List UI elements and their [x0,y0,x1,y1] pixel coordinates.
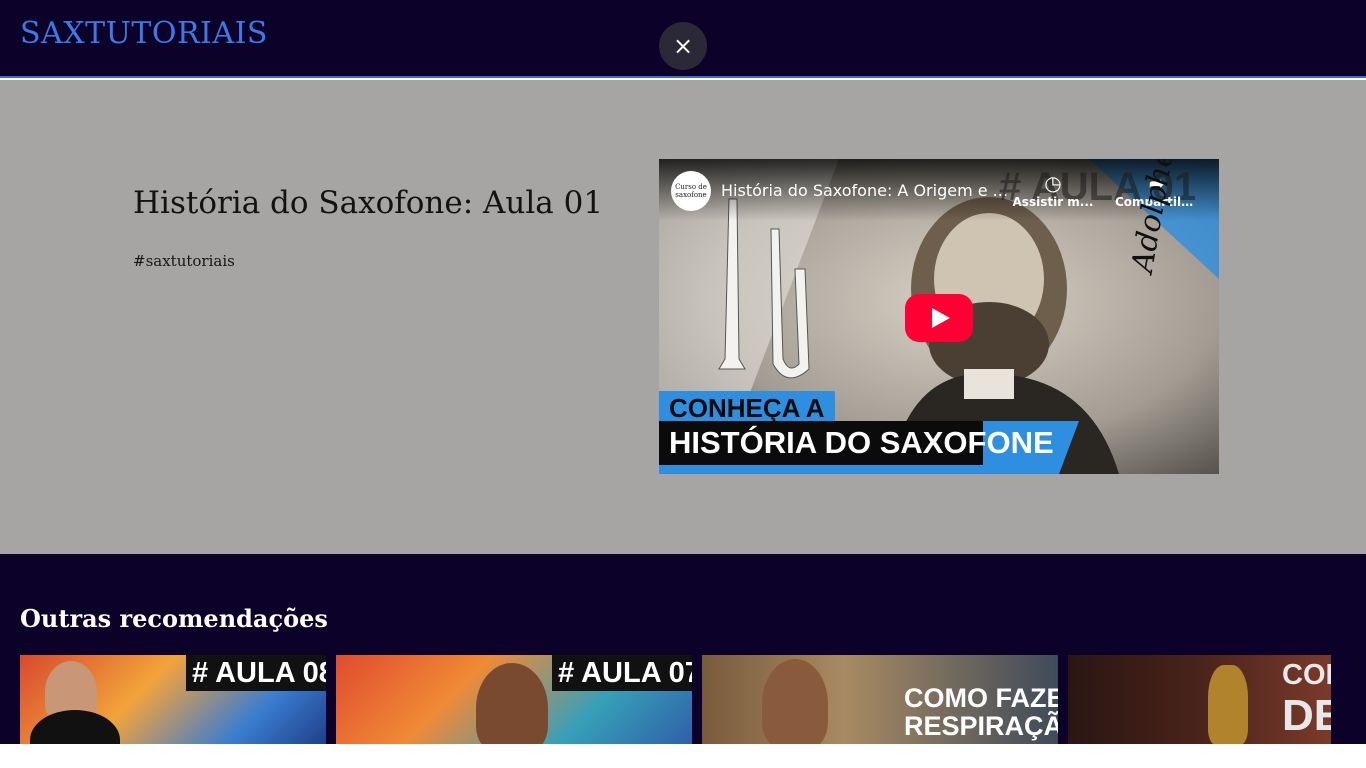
recommendations-section: Outras recomendações # AULA 08 # AULA 07… [0,554,1366,744]
thumbnail-person-body [30,710,120,744]
recommendation-card[interactable]: COMO FAZER A RESPIRAÇÃO [702,655,1058,744]
recommendations-title: Outras recomendações [20,604,328,633]
recommendation-caption-line2: DE [1282,691,1331,740]
site-logo[interactable]: SAXTUTORIAIS [20,16,268,51]
thumbnail-saxophone [1208,665,1248,744]
recommendation-badge: # AULA 07 [552,655,692,691]
clock-icon: ◷ [1044,171,1062,195]
thumbnail-person [762,659,828,744]
recommendation-card[interactable]: COMO DE [1068,655,1331,744]
hero-section: História do Saxofone: Aula 01 #saxtutori… [0,80,1366,554]
page-bottom-edge [0,744,1366,768]
watch-later-label: Assistir m... [1012,195,1094,209]
hashtag-label: #saxtutoriais [133,252,235,270]
page-title: História do Saxofone: Aula 01 [133,185,604,221]
video-title-link[interactable]: História do Saxofone: A Origem e ... [721,181,1011,200]
close-button[interactable]: × [659,22,707,70]
recommendation-card[interactable]: # AULA 08 [20,655,326,744]
watch-later-button[interactable]: ◷ Assistir m... [1011,171,1095,209]
thumbnail-caption-line2: HISTÓRIA DO SAXOFONE [659,421,1054,465]
recommendation-badge: # AULA 08 [186,655,326,691]
recommendation-caption-line1: COMO FAZER A [904,683,1058,713]
thumbnail-person [476,663,548,744]
youtube-video-player[interactable]: Curso de saxofone História do Saxofone: … [659,159,1219,474]
recommendation-card[interactable]: # AULA 07 [336,655,692,744]
recommendation-caption-line2: RESPIRAÇÃO [904,711,1058,741]
recommendation-caption-line1: COMO [1282,659,1331,691]
play-button[interactable] [905,294,973,342]
channel-avatar[interactable]: Curso de saxofone [671,171,711,211]
close-icon: × [672,32,694,60]
